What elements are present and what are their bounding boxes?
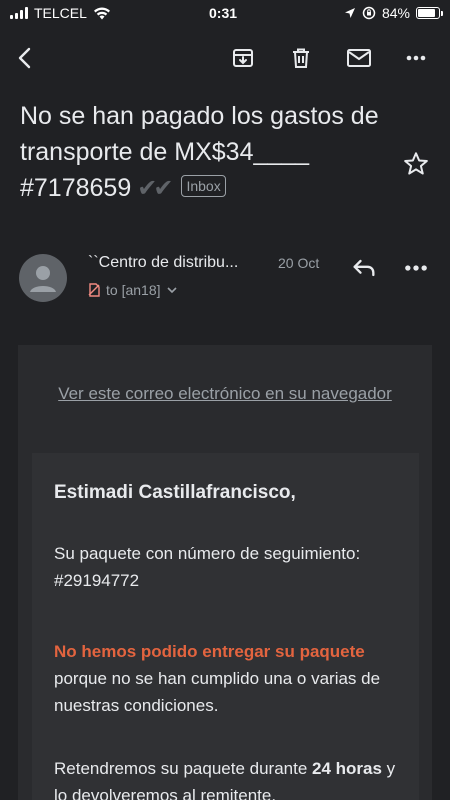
phishing-warning-icon: [88, 283, 100, 297]
location-arrow-icon: [344, 8, 355, 18]
mark-unread-button[interactable]: [343, 42, 375, 74]
person-icon: [30, 266, 56, 292]
return-paragraph: Retendremos su paquete durante 24 horas …: [54, 755, 399, 800]
message-more-button[interactable]: [402, 254, 430, 282]
wifi-icon: [93, 7, 110, 19]
battery-percent: 84%: [381, 5, 410, 21]
recipient-label: to [an18]: [106, 282, 161, 298]
reply-button[interactable]: [350, 254, 378, 282]
archive-button[interactable]: [227, 42, 259, 74]
star-icon: [404, 152, 428, 175]
inbox-label[interactable]: Inbox: [181, 175, 226, 197]
email-subject: No se han pagado los gastos de transport…: [20, 98, 390, 207]
view-in-browser-link[interactable]: Ver este correo electrónico en su navega…: [40, 380, 410, 408]
back-button[interactable]: [10, 42, 42, 74]
clock: 0:31: [209, 5, 238, 21]
message-card: [32, 453, 419, 800]
hold-duration: 24 horas: [312, 759, 382, 778]
reply-icon: [353, 259, 375, 277]
more-options-button[interactable]: [400, 42, 432, 74]
return-text-start: Retendremos su paquete durante: [54, 759, 313, 778]
battery-fill: [418, 9, 435, 17]
tracking-paragraph: Su paquete con número de seguimiento: #2…: [54, 544, 361, 590]
carrier-label: TELCEL: [34, 5, 87, 21]
more-icon: [406, 55, 426, 61]
recipient-row[interactable]: to [an18]: [88, 282, 177, 298]
email-toolbar: [0, 36, 450, 80]
more-icon: [405, 265, 427, 271]
delete-button[interactable]: [285, 42, 317, 74]
mail-icon: [347, 49, 371, 67]
star-button[interactable]: [402, 150, 430, 178]
battery-icon: [416, 7, 443, 19]
delivery-failure-paragraph: No hemos podido entregar su paquete porq…: [54, 638, 399, 719]
archive-icon: [233, 49, 253, 67]
delivery-detail-text: porque no se han cumplido una o varias d…: [54, 669, 381, 715]
chevron-down-icon: [166, 287, 177, 294]
status-bar: TELCEL 0:31 84%: [0, 0, 450, 26]
importance-marker: ✔✔: [137, 175, 173, 202]
avatar[interactable]: [19, 254, 67, 302]
back-icon: [18, 47, 31, 69]
trash-icon: [293, 48, 309, 68]
email-date: 20 Oct: [278, 255, 320, 271]
delivery-alert-text: No hemos podido entregar su paquete: [54, 642, 365, 661]
signal-icon: [10, 7, 28, 19]
sender-name[interactable]: ``Centro de distribu...: [88, 254, 273, 272]
orientation-lock-icon: [362, 6, 376, 20]
greeting: Estimadi Castillafrancisco,: [54, 482, 296, 503]
